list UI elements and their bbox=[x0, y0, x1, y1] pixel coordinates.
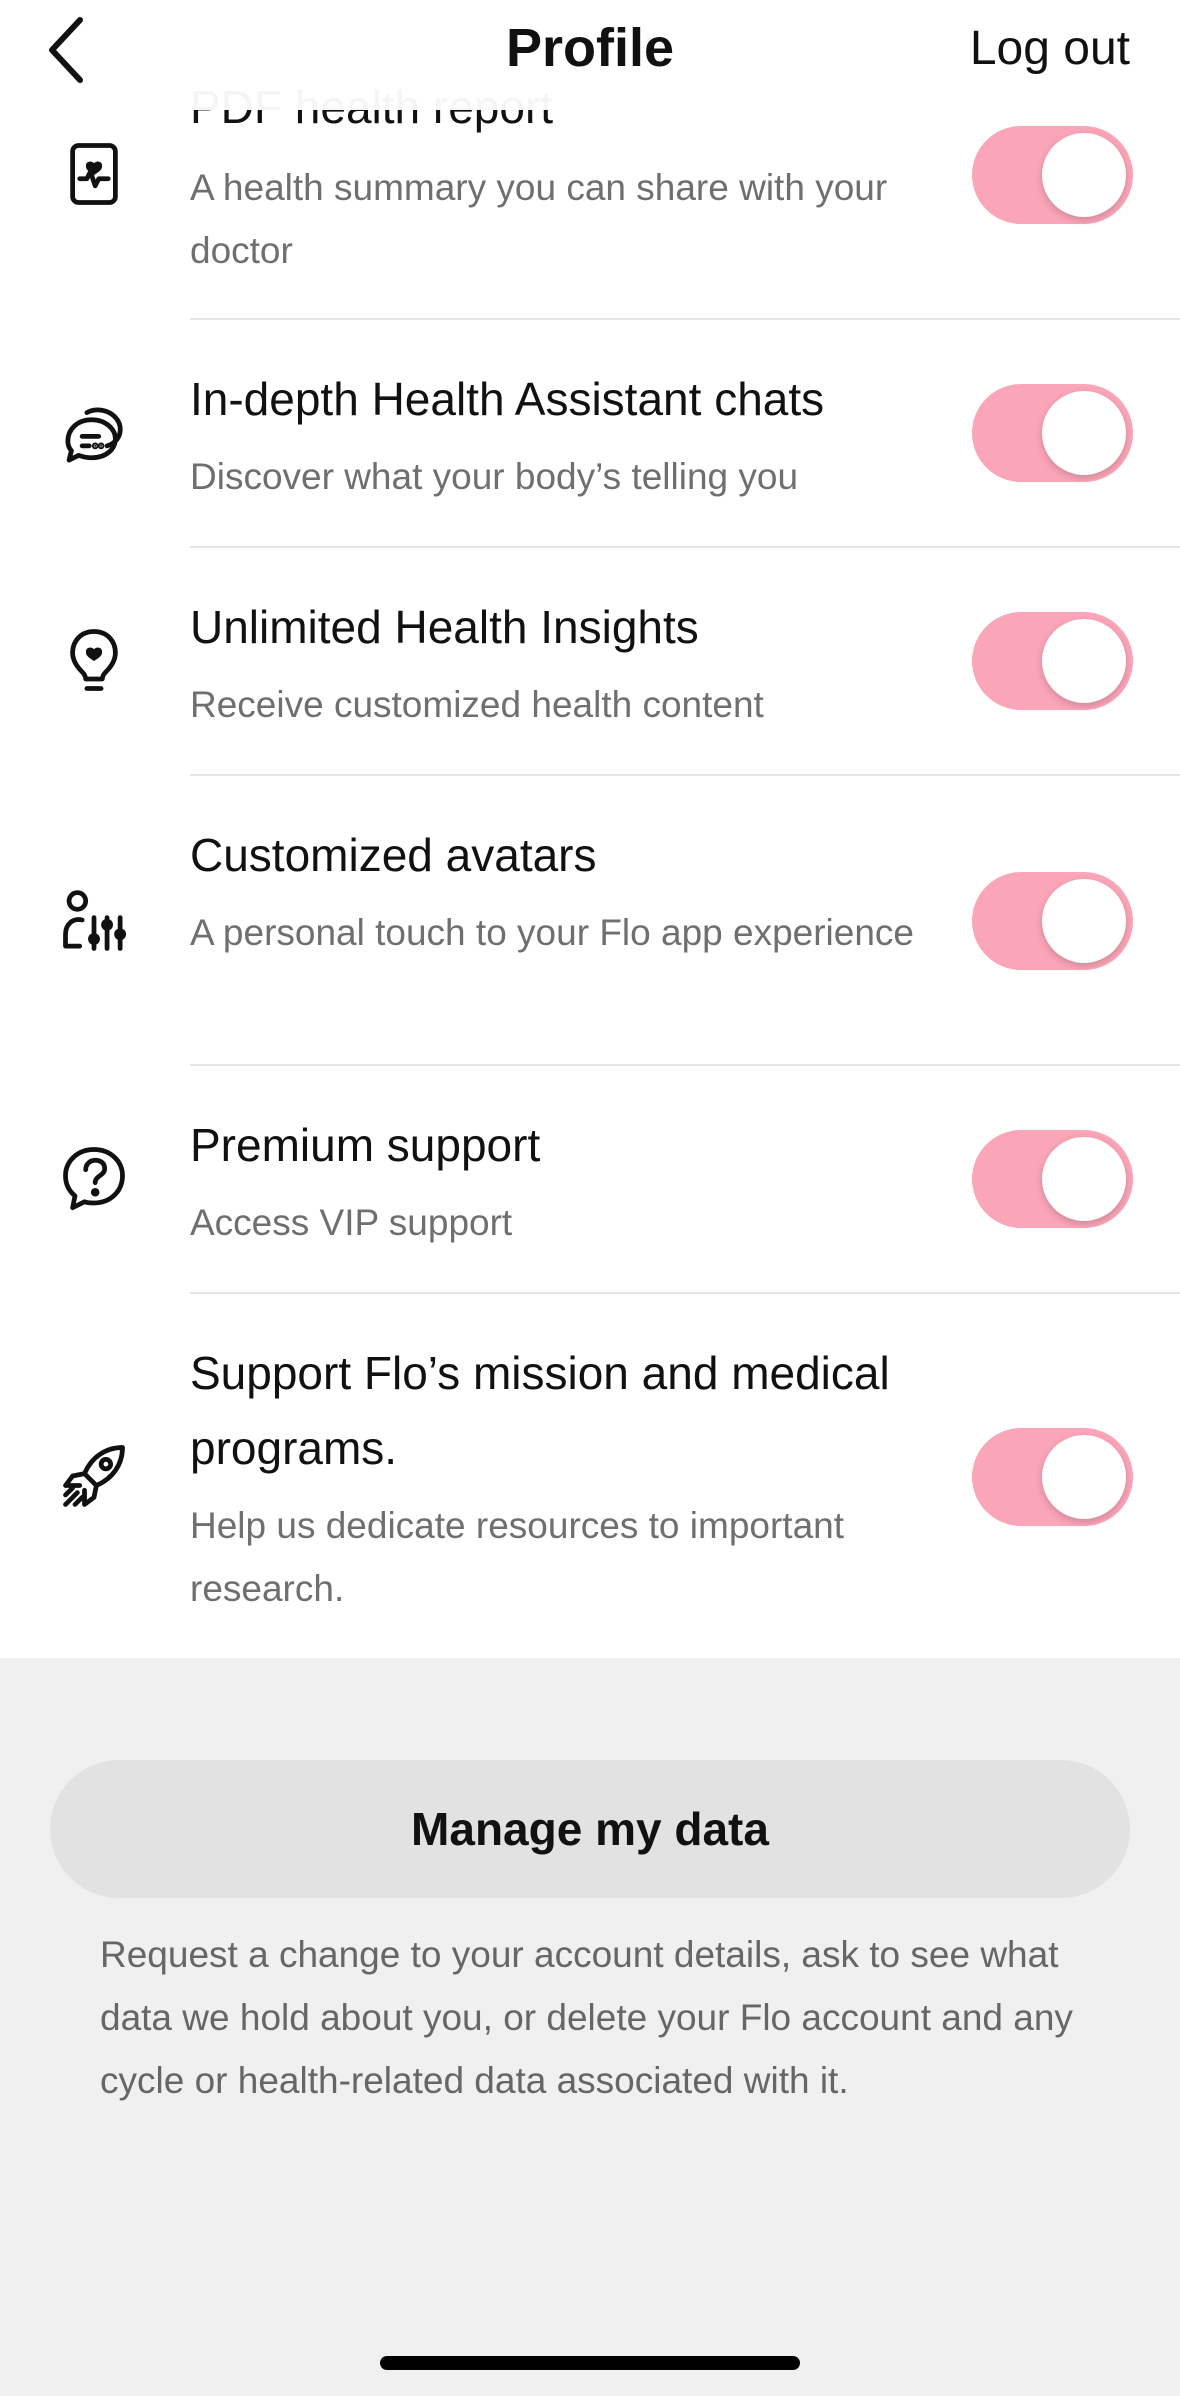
feature-title: Customized avatars bbox=[190, 829, 597, 881]
feature-row-health-insights: Unlimited Health Insights Receive custom… bbox=[0, 548, 1180, 774]
feature-row-health-assistant: In-depth Health Assistant chats Discover… bbox=[0, 320, 1180, 546]
feature-title: Support Flo’s mission and medical progra… bbox=[190, 1347, 890, 1474]
premium-features-list: PDF health report A health summary you c… bbox=[0, 0, 1180, 1658]
avatar-settings-icon bbox=[54, 880, 134, 960]
feature-toggle-support-mission[interactable] bbox=[972, 1428, 1133, 1526]
health-report-icon bbox=[54, 134, 134, 214]
feature-title: In-depth Health Assistant chats bbox=[190, 373, 825, 425]
feature-row-premium-support: Premium support Access VIP support bbox=[0, 1066, 1180, 1292]
feature-description: A health summary you can share with your… bbox=[190, 167, 888, 271]
feature-toggle-health-assistant[interactable] bbox=[972, 384, 1133, 482]
feature-toggle-customized-avatars[interactable] bbox=[972, 872, 1133, 970]
chat-bubbles-icon bbox=[54, 394, 134, 474]
profile-screen: PDF health report A health summary you c… bbox=[0, 0, 1180, 2396]
feature-description: Help us dedicate resources to important … bbox=[190, 1505, 845, 1609]
manage-data-button[interactable]: Manage my data bbox=[50, 1760, 1130, 1898]
question-bubble-icon bbox=[54, 1138, 134, 1218]
feature-toggle-premium-support[interactable] bbox=[972, 1130, 1133, 1228]
rocket-icon bbox=[54, 1436, 134, 1516]
nav-header: Profile Log out bbox=[0, 0, 1180, 110]
feature-row-support-mission: Support Flo’s mission and medical progra… bbox=[0, 1294, 1180, 1658]
feature-toggle-pdf-report[interactable] bbox=[972, 126, 1133, 224]
logout-button[interactable]: Log out bbox=[970, 14, 1130, 84]
lightbulb-heart-icon bbox=[54, 620, 134, 700]
feature-title: Premium support bbox=[190, 1119, 541, 1171]
feature-description: Discover what your body’s telling you bbox=[190, 456, 799, 497]
home-indicator bbox=[380, 2356, 800, 2370]
feature-toggle-health-insights[interactable] bbox=[972, 612, 1133, 710]
manage-data-note: Request a change to your account details… bbox=[100, 1934, 1073, 2101]
feature-title: Unlimited Health Insights bbox=[190, 601, 699, 653]
feature-description: Access VIP support bbox=[190, 1202, 513, 1243]
feature-description: Receive customized health content bbox=[190, 684, 764, 725]
feature-row-customized-avatars: Customized avatars A personal touch to y… bbox=[0, 776, 1180, 1064]
feature-description: A personal touch to your Flo app experie… bbox=[190, 912, 915, 953]
